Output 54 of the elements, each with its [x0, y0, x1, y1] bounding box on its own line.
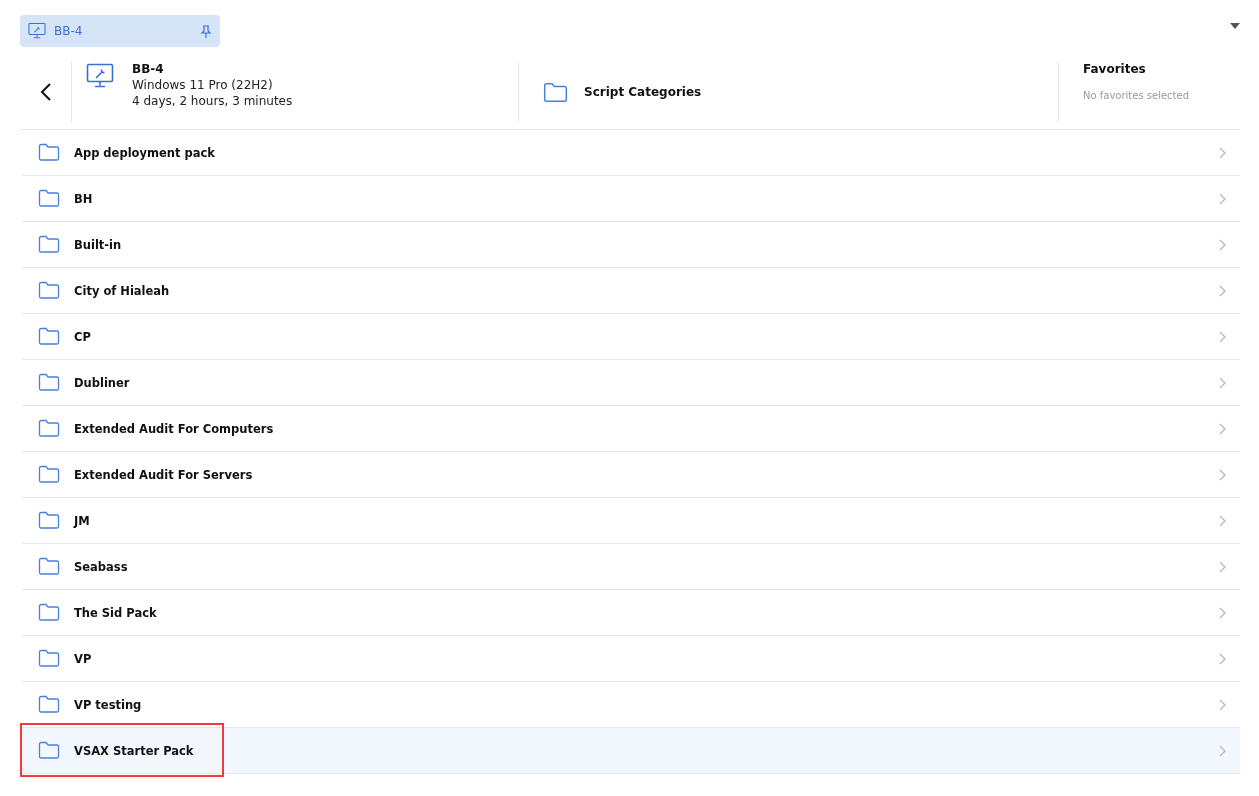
category-label: VP — [74, 651, 93, 666]
category-label: CP — [74, 329, 92, 344]
folder-icon — [38, 143, 60, 162]
device-uptime: 4 days, 2 hours, 3 minutes — [132, 94, 293, 108]
monitor-wrench-icon — [28, 22, 46, 40]
category-label: City of Hialeah — [74, 283, 171, 298]
section-title: Script Categories — [584, 85, 702, 99]
folder-icon — [38, 235, 60, 254]
category-label: VP testing — [74, 697, 143, 712]
favorites-title: Favorites — [1083, 62, 1147, 76]
folder-icon — [38, 189, 60, 208]
category-label: BH — [74, 191, 94, 206]
folder-icon — [38, 741, 60, 760]
category-label: Dubliner — [74, 375, 131, 390]
category-label: App deployment pack — [74, 145, 216, 160]
chevron-right-icon — [1219, 606, 1226, 619]
category-label: JM — [74, 513, 91, 528]
folder-icon — [38, 327, 60, 346]
device-name: BB-4 — [132, 62, 165, 76]
category-label: The Sid Pack — [74, 605, 158, 620]
chevron-right-icon — [1219, 376, 1226, 389]
folder-icon — [38, 419, 60, 438]
chevron-right-icon — [1219, 422, 1226, 435]
chevron-right-icon — [1219, 192, 1226, 205]
folder-icon — [38, 649, 60, 668]
folder-icon — [38, 465, 60, 484]
chevron-right-icon — [1219, 514, 1226, 527]
chevron-right-icon — [1219, 284, 1226, 297]
folder-icon — [38, 373, 60, 392]
chevron-right-icon — [1219, 744, 1226, 757]
folder-icon — [38, 557, 60, 576]
chevron-right-icon — [1219, 468, 1226, 481]
category-label: VSAX Starter Pack — [74, 743, 195, 758]
folder-icon — [38, 603, 60, 622]
category-label: Built-in — [74, 237, 123, 252]
category-label: Extended Audit For Servers — [74, 467, 254, 482]
folder-icon — [38, 695, 60, 714]
category-label: Seabass — [74, 559, 129, 574]
chevron-right-icon — [1219, 330, 1226, 343]
chevron-right-icon — [1219, 652, 1226, 665]
chevron-right-icon — [1219, 146, 1226, 159]
category-label: Extended Audit For Computers — [74, 421, 275, 436]
monitor-wrench-icon — [86, 62, 114, 90]
chevron-right-icon — [1219, 238, 1226, 251]
chevron-right-icon — [1219, 698, 1226, 711]
device-tab[interactable]: BB-4 — [20, 15, 220, 47]
favorites-empty-text: No favorites selected — [1083, 90, 1191, 101]
folder-icon — [38, 511, 60, 530]
chevron-right-icon — [1219, 560, 1226, 573]
pin-icon[interactable] — [200, 24, 212, 38]
folder-icon — [543, 81, 568, 103]
dropdown-caret-icon[interactable] — [1230, 23, 1240, 29]
device-os: Windows 11 Pro (22H2) — [132, 78, 274, 92]
folder-icon — [38, 281, 60, 300]
